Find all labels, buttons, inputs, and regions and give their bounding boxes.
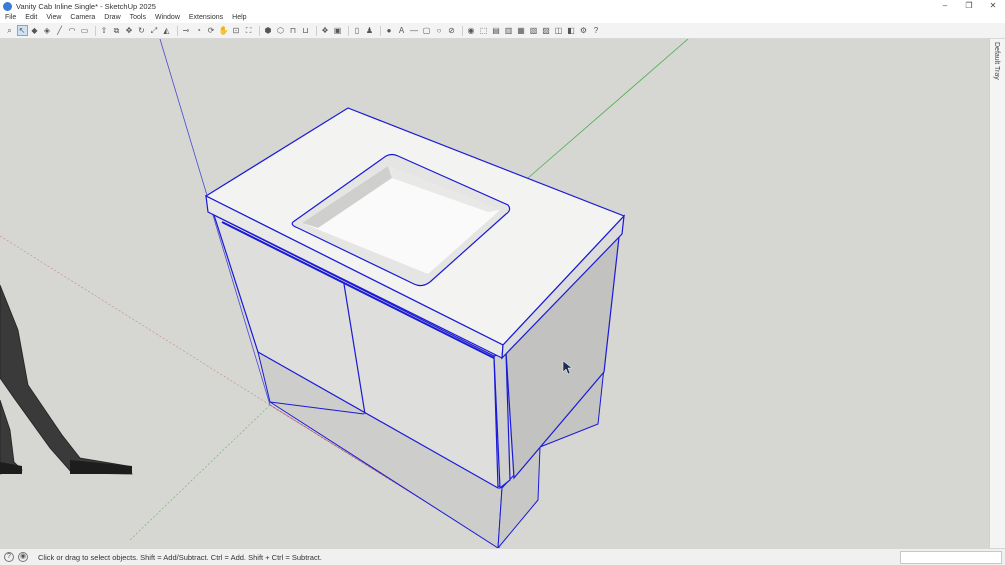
follow-me-icon[interactable]: ◭	[161, 25, 172, 36]
shaded-icon[interactable]: ◧	[566, 25, 577, 36]
scale-icon[interactable]: ⤢	[149, 25, 160, 36]
section-icon[interactable]: ▢	[421, 25, 432, 36]
geo-location-icon[interactable]: ◉	[18, 552, 28, 562]
status-message: Click or drag to select objects. Shift =…	[38, 552, 322, 562]
scale-figure[interactable]	[0, 284, 133, 475]
front-view-icon[interactable]: ▥	[503, 25, 514, 36]
component-icon[interactable]: ❖	[320, 25, 331, 36]
tape-measure-icon[interactable]: ⊸	[181, 25, 192, 36]
menu-camera[interactable]: Camera	[70, 14, 95, 21]
user-icon[interactable]: ♟	[364, 25, 375, 36]
toolbar-separator	[315, 25, 317, 36]
circle-icon[interactable]: ○	[434, 25, 445, 36]
menu-file[interactable]: File	[5, 14, 16, 21]
group-icon[interactable]: ▣	[332, 25, 343, 36]
menu-bar: File Edit View Camera Draw Tools Window …	[0, 12, 1005, 23]
orbit-icon[interactable]: ⟳	[206, 25, 217, 36]
toolbar-separator	[347, 25, 349, 36]
intersect-icon[interactable]: ⊓	[288, 25, 299, 36]
help-icon[interactable]: ?	[591, 25, 602, 36]
iso-view-icon[interactable]: ⬚	[478, 25, 489, 36]
push-pull-icon[interactable]: ⇧	[99, 25, 110, 36]
text-icon[interactable]: A	[396, 25, 407, 36]
pan-icon[interactable]: ✋	[218, 25, 229, 36]
measurements-box[interactable]	[900, 551, 1002, 564]
toolbar-separator	[461, 25, 463, 36]
top-view-icon[interactable]: ▤	[491, 25, 502, 36]
menu-help[interactable]: Help	[232, 14, 246, 21]
arc-icon[interactable]: ◠	[67, 25, 78, 36]
green-axis	[527, 39, 689, 179]
back-view-icon[interactable]: ▧	[528, 25, 539, 36]
minimize-button[interactable]: –	[933, 0, 957, 12]
close-button[interactable]: ✕	[981, 0, 1005, 12]
drawing-viewport[interactable]	[0, 39, 989, 548]
window-controls: – ❐ ✕	[933, 0, 1005, 12]
title-bar: Vanity Cab Inline Single* - SketchUp 202…	[0, 0, 1005, 12]
extension-icon[interactable]: ◉	[466, 25, 477, 36]
solid-tools-icon[interactable]: ⬢	[263, 25, 274, 36]
tray-label: Default Tray	[993, 42, 1000, 80]
toolbar-separator	[258, 25, 260, 36]
menu-tools[interactable]: Tools	[130, 14, 146, 21]
zoom-window-icon[interactable]: ⊡	[231, 25, 242, 36]
toolbar-separator	[379, 25, 381, 36]
paint-bucket-icon[interactable]: ◈	[42, 25, 53, 36]
eraser-icon[interactable]: ◆	[29, 25, 40, 36]
green-axis-negative	[129, 404, 271, 541]
perspective-icon[interactable]: ◫	[553, 25, 564, 36]
move-icon[interactable]: ✥	[124, 25, 135, 36]
zoom-icon[interactable]: ⌕	[4, 25, 15, 36]
protractor-icon[interactable]: ◔	[193, 25, 204, 36]
window-title: Vanity Cab Inline Single* - SketchUp 202…	[16, 1, 156, 11]
toolbar-separator	[176, 25, 178, 36]
rotate-icon[interactable]: ↻	[136, 25, 147, 36]
outer-shell-icon[interactable]: ⬡	[275, 25, 286, 36]
model-canvas[interactable]	[0, 39, 989, 548]
toolbar-separator	[94, 25, 96, 36]
menu-window[interactable]: Window	[155, 14, 180, 21]
restore-button[interactable]: ❐	[957, 0, 981, 12]
zoom-extents-icon[interactable]: ⛶	[243, 25, 254, 36]
select-icon[interactable]: ↖	[16, 25, 28, 36]
default-tray[interactable]: Default Tray	[989, 39, 1005, 548]
menu-view[interactable]: View	[46, 14, 61, 21]
sketchup-logo-icon	[3, 1, 12, 11]
menu-edit[interactable]: Edit	[25, 14, 37, 21]
main-toolbar: ⌕ ↖ ◆ ◈ ╱ ◠ ▭ ⇧ ⧉ ✥ ↻ ⤢ ◭ ⊸ ◔ ⟳ ✋ ⊡ ⛶ ⬢ ⬡ ⊓ ⊔ ❖ ▣ ▯ ♟ ● A — ▢ ○ ⊘ ◉ ⬚ ▤ ▥ ▦ ▧ ▨…	[0, 23, 1005, 39]
point-icon[interactable]: ●	[384, 25, 395, 36]
settings-icon[interactable]: ⚙	[578, 25, 589, 36]
right-view-icon[interactable]: ▦	[516, 25, 527, 36]
status-bar: ? ◉ Click or drag to select objects. Shi…	[0, 548, 1005, 565]
hide-icon[interactable]: ⊘	[446, 25, 457, 36]
union-icon[interactable]: ⊔	[300, 25, 311, 36]
help-icon[interactable]: ?	[4, 552, 14, 562]
new-file-icon[interactable]: ▯	[352, 25, 363, 36]
menu-draw[interactable]: Draw	[104, 14, 120, 21]
menu-extensions[interactable]: Extensions	[189, 14, 223, 21]
rectangle-icon[interactable]: ▭	[79, 25, 90, 36]
offset-icon[interactable]: ⧉	[111, 25, 122, 36]
pencil-line-icon[interactable]: ╱	[54, 25, 65, 36]
dimension-icon[interactable]: —	[409, 25, 420, 36]
left-view-icon[interactable]: ▨	[541, 25, 552, 36]
